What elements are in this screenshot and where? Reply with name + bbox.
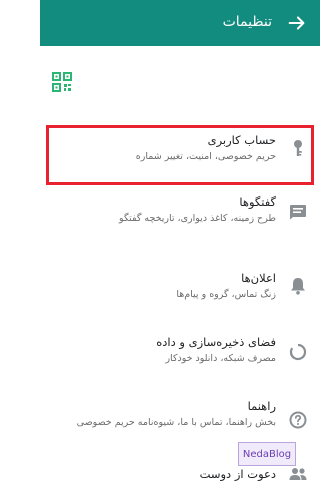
people-icon [288,464,308,482]
item-label: دعوت از دوست [199,467,276,481]
back-button[interactable] [286,12,308,34]
settings-item-notifications[interactable]: اعلان‌ها زنگ تماس، گروه و پیام‌ها [40,270,320,318]
storage-icon [288,342,308,362]
item-subtitle: زنگ تماس، گروه و پیام‌ها [176,289,276,300]
item-label: حساب کاربری [207,133,276,147]
settings-item-account[interactable]: حساب کاربری حریم خصوصی، امنیت، تغییر شما… [40,132,320,180]
item-subtitle: حریم خصوصی، امنیت، تغییر شماره [135,151,276,162]
settings-item-chats[interactable]: گفتگوها طرح زمینه، کاغذ دیواری، تاریخچه … [40,194,320,250]
help-icon [288,410,308,430]
item-subtitle: بخش راهنما، تماس با ما، شیوه‌نامه حریم خ… [76,417,276,428]
page-title: تنظیمات [222,14,272,30]
key-icon [288,138,308,158]
item-subtitle: طرح زمینه، کاغذ دیواری، تاریخچه گفتگو [119,213,276,224]
app-bar: تنظیمات [40,0,320,46]
watermark-logo: NedaBlog [238,442,296,466]
chat-icon [288,202,308,222]
arrow-right-icon [288,16,305,30]
item-label: فضای ذخیره‌سازی و داده [156,335,276,349]
qr-code-icon[interactable] [52,72,72,92]
settings-item-help[interactable]: راهنما بخش راهنما، تماس با ما، شیوه‌نامه… [40,398,320,446]
settings-item-storage[interactable]: فضای ذخیره‌سازی و داده مصرف شبکه، دانلود… [40,334,320,382]
item-label: گفتگوها [239,195,276,209]
item-subtitle: مصرف شبکه، دانلود خودکار [165,353,276,364]
watermark-text: NedaBlog [242,448,292,460]
bell-icon [288,276,308,296]
item-label: اعلان‌ها [241,271,276,285]
item-label: راهنما [247,399,276,413]
settings-item-invite[interactable]: دعوت از دوست [40,466,320,482]
